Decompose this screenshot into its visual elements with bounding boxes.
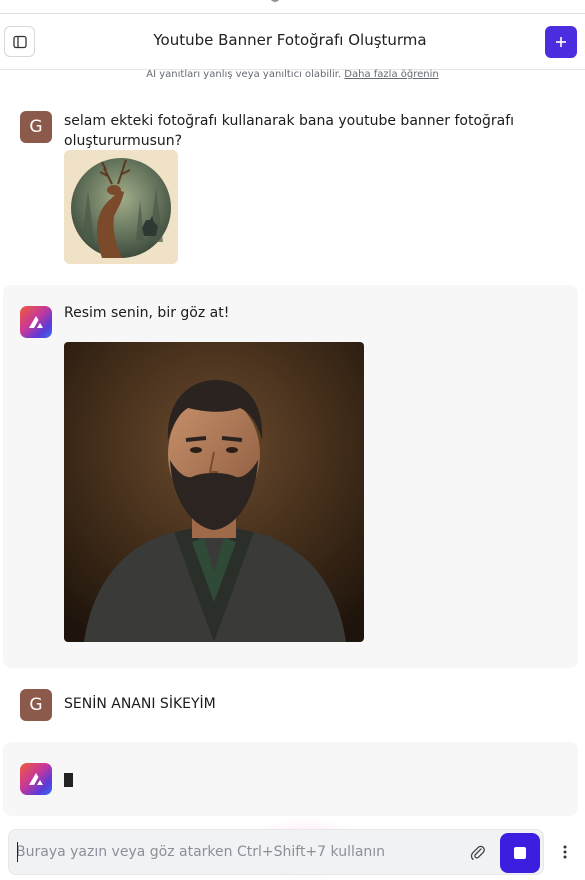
assistant-message: Resim senin, bir göz at!: [3, 285, 578, 668]
message-input[interactable]: [16, 842, 456, 862]
stop-icon: [514, 847, 526, 859]
stop-generating-button[interactable]: [500, 833, 540, 873]
text-caret: [17, 842, 18, 862]
assistant-message-streaming: [3, 742, 578, 816]
sidebar-panel-icon: [12, 35, 27, 48]
learn-more-link[interactable]: Daha fazla öğrenin: [344, 69, 438, 80]
user-avatar: G: [20, 689, 52, 721]
generated-image[interactable]: [64, 342, 364, 642]
attach-button[interactable]: [467, 842, 489, 864]
ai-disclaimer: AI yanıtları yanlış veya yanıltıcı olabi…: [0, 69, 585, 80]
vertical-dots-icon: [563, 845, 567, 859]
assistant-logo-icon: [29, 316, 43, 328]
chat-header: Youtube Banner Fotoğrafı Oluşturma: [0, 14, 585, 70]
user-avatar: G: [20, 111, 52, 143]
new-chat-button[interactable]: [545, 26, 577, 58]
paperclip-icon: [470, 845, 485, 861]
portrait-image: [64, 342, 364, 642]
assistant-logo-icon: [29, 773, 43, 785]
user-message-text: selam ekteki fotoğrafı kullanarak bana y…: [64, 113, 515, 149]
user-message: G SENİN ANANI SİKEYİM: [20, 689, 216, 721]
assistant-avatar: [20, 306, 52, 338]
chat-title: Youtube Banner Fotoğrafı Oluşturma: [153, 31, 427, 49]
disclaimer-text: AI yanıtları yanlış veya yanıltıcı olabi…: [146, 69, 342, 80]
sidebar-toggle-button[interactable]: [4, 26, 35, 57]
message-composer: [8, 829, 544, 875]
plus-icon: [556, 37, 566, 47]
typing-cursor: [64, 773, 73, 787]
drag-handle: [270, 0, 280, 2]
more-options-button[interactable]: [556, 838, 574, 866]
assistant-avatar: [20, 763, 52, 795]
user-message-text: SENİN ANANI SİKEYİM: [64, 696, 216, 712]
attached-image-thumbnail[interactable]: [64, 150, 178, 264]
assistant-message-text: Resim senin, bir göz at!: [64, 305, 230, 321]
window-top-strip: [0, 0, 585, 14]
deer-wolf-illustration: [64, 150, 178, 264]
